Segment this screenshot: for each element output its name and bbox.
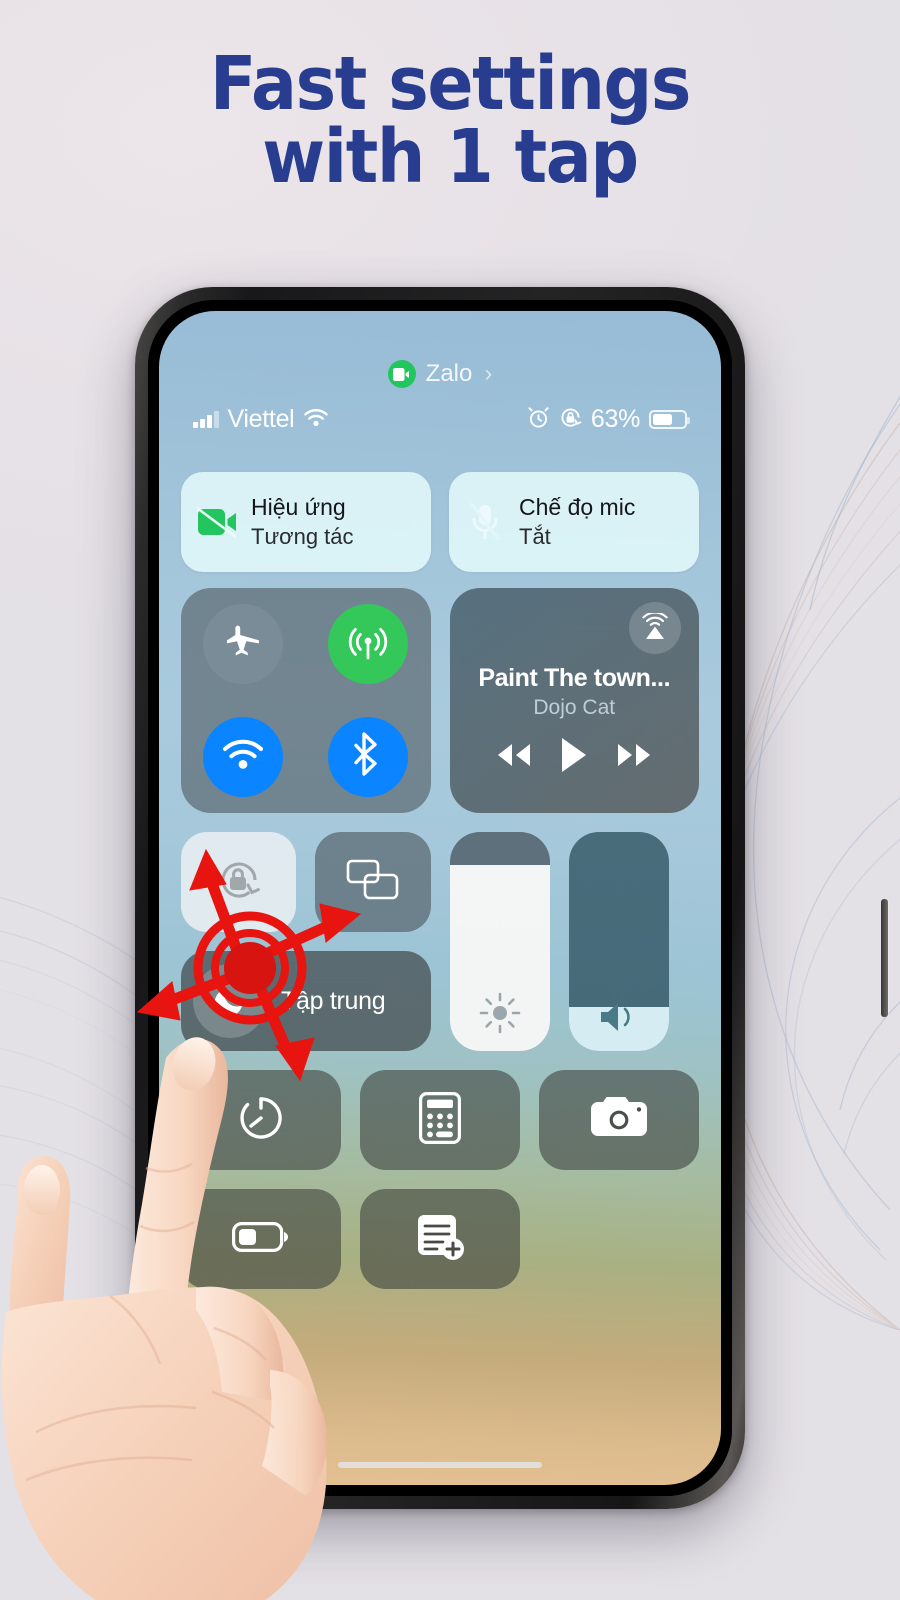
phone-mockup: Zalo › Viettel 63% Hiệu ứng Tương tác Ch… [135, 287, 888, 1509]
status-bar-left: Viettel [193, 405, 329, 434]
screen-mirroring-tile[interactable] [315, 832, 431, 932]
calculator-icon [419, 1091, 461, 1149]
media-controls [468, 736, 682, 779]
status-bar: Viettel 63% [181, 405, 699, 434]
zalo-effects-title: Hiệu ứng [251, 494, 346, 521]
cellular-data-toggle[interactable] [328, 604, 409, 685]
new-note-icon [414, 1213, 466, 1266]
play-icon[interactable] [559, 736, 589, 779]
zalo-effects-text: Hiệu ứng Tương tác [251, 493, 354, 551]
airplane-icon [223, 622, 263, 667]
zalo-mic-subtitle: Tắt [519, 523, 551, 549]
volume-slider[interactable] [568, 832, 669, 1051]
wifi-icon [303, 408, 329, 432]
airplane-mode-toggle[interactable] [203, 604, 284, 685]
chevron-right-icon: › [484, 360, 493, 387]
cellular-bars-icon [193, 411, 219, 428]
brightness-icon [450, 991, 550, 1035]
zalo-effects-subtitle: Tương tác [251, 523, 354, 549]
now-playing-module: Paint The town... Dojo Cat [449, 588, 699, 813]
mic-off-icon [463, 500, 507, 544]
fast-forward-icon[interactable] [614, 741, 656, 774]
headline-line-2: with 1 tap [262, 113, 639, 200]
bluetooth-toggle[interactable] [328, 716, 409, 797]
control-center: Zalo › Viettel 63% Hiệu ứng Tương tác Ch… [159, 311, 721, 1485]
page-title: Fast settings with 1 tap [36, 47, 864, 200]
quick-note-shortcut[interactable] [360, 1189, 520, 1289]
calculator-shortcut[interactable] [360, 1070, 520, 1170]
cellular-data-icon [346, 620, 390, 669]
tiles-top-row [181, 832, 431, 932]
zalo-mic-mode-card[interactable]: Chế đọ mic Tắt [449, 472, 699, 572]
orientation-lock-tile[interactable] [181, 832, 297, 932]
wifi-toggle[interactable] [203, 716, 284, 797]
low-power-mode-icon [232, 1221, 290, 1257]
rotation-lock-icon [559, 406, 582, 434]
battery-icon [649, 410, 690, 429]
zalo-mic-title: Chế đọ mic [519, 494, 636, 521]
camera-icon [591, 1096, 647, 1145]
video-camera-icon [387, 360, 416, 388]
camera-shortcut[interactable] [539, 1070, 699, 1170]
low-power-mode-shortcut[interactable] [181, 1189, 341, 1289]
control-center-grid: Paint The town... Dojo Cat Tập trung [181, 588, 699, 1051]
rotation-lock-icon [215, 856, 263, 909]
phone-screen: Zalo › Viettel 63% Hiệu ứng Tương tác Ch… [159, 311, 721, 1485]
volume-icon [569, 999, 669, 1035]
wifi-icon [221, 738, 265, 776]
battery-percent-label: 63% [590, 405, 640, 433]
shortcuts-grid [181, 1070, 699, 1289]
connectivity-module [181, 588, 431, 813]
alarm-clock-icon [527, 406, 550, 434]
phone-bezel: Zalo › Viettel 63% Hiệu ứng Tương tác Ch… [148, 300, 732, 1496]
timer-shortcut[interactable] [181, 1070, 341, 1170]
home-indicator[interactable] [338, 1462, 542, 1468]
zalo-effects-card[interactable]: Hiệu ứng Tương tác [181, 472, 431, 572]
rewind-icon[interactable] [492, 741, 534, 774]
airplay-audio-icon[interactable] [629, 602, 681, 654]
active-call-banner[interactable]: Zalo › [181, 359, 699, 389]
carrier-name: Viettel [227, 405, 295, 433]
bluetooth-icon [354, 732, 382, 781]
brightness-slider[interactable] [449, 832, 550, 1051]
moon-icon [193, 964, 267, 1038]
focus-mode-tile[interactable]: Tập trung [181, 951, 431, 1051]
screen-mirroring-icon [346, 859, 400, 906]
video-off-icon [195, 500, 239, 544]
sliders-group [449, 832, 700, 1051]
tiles-column: Tập trung [181, 832, 431, 1051]
status-bar-right: 63% [527, 405, 690, 434]
power-button[interactable] [881, 899, 888, 1017]
call-app-name: Zalo [425, 360, 473, 387]
focus-mode-label: Tập trung [281, 986, 386, 1015]
timer-icon [235, 1092, 287, 1149]
track-title: Paint The town... [478, 664, 671, 692]
track-artist: Dojo Cat [533, 696, 616, 719]
zalo-mic-text: Chế đọ mic Tắt [519, 493, 635, 551]
zalo-controls-row: Hiệu ứng Tương tác Chế đọ mic Tắt [181, 472, 699, 572]
